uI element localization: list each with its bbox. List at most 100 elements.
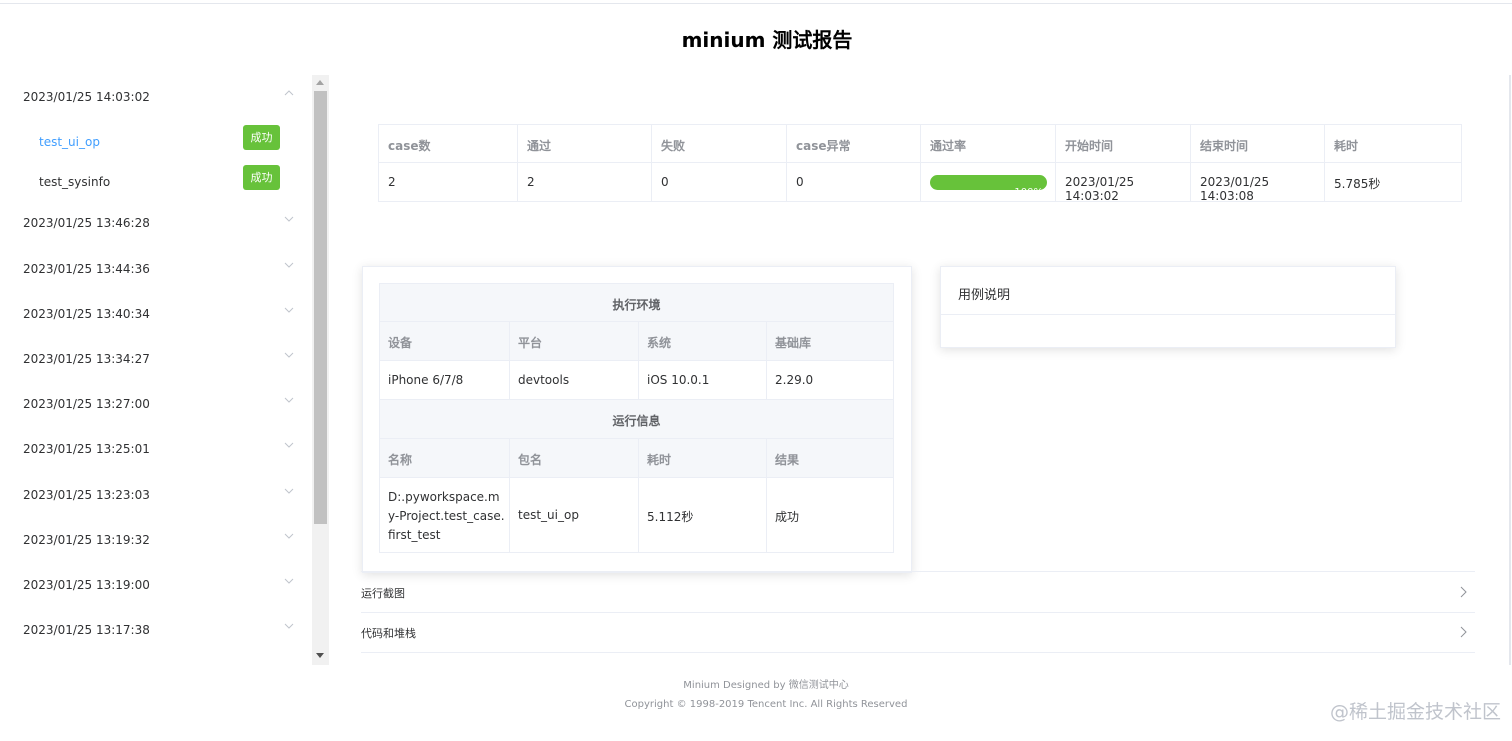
chevron-up-icon — [284, 88, 294, 98]
env-title: 执行环境 — [612, 298, 661, 312]
sidebar-group-6[interactable]: 2023/01/25 13:25:01 — [0, 427, 300, 471]
sidebar-group-date: 2023/01/25 13:44:36 — [23, 262, 150, 276]
chevron-right-icon — [1459, 626, 1467, 641]
case-desc-card: 用例说明 — [940, 266, 1396, 348]
sidebar-group-date: 2023/01/25 13:27:00 — [23, 397, 150, 411]
chevron-down-icon — [284, 621, 294, 631]
env-header-row: 设备 平台 系统 基础库 — [379, 322, 894, 361]
case-name: test_ui_op — [39, 135, 100, 149]
run-value: test_ui_op — [518, 508, 579, 522]
chevron-down-icon — [284, 214, 294, 224]
run-value-row: D:.pyworkspace.my-Project.test_case.firs… — [379, 478, 894, 553]
page-title: minium 测试报告 — [681, 28, 853, 52]
sidebar-group-7[interactable]: 2023/01/25 13:23:03 — [0, 473, 300, 517]
env-header: 设备 — [388, 336, 413, 350]
data-cell: 2023/01/25 14:03:02 — [1056, 163, 1191, 203]
sidebar-group-date: 2023/01/25 13:25:01 — [23, 442, 150, 456]
sidebar-group-date: 2023/01/25 13:17:38 — [23, 623, 150, 637]
sidebar-group-date: 2023/01/25 13:40:34 — [23, 307, 150, 321]
sidebar-group-9[interactable]: 2023/01/25 13:19:00 — [0, 563, 300, 607]
run-header: 名称 — [388, 453, 413, 467]
status-badge: 成功 — [243, 125, 280, 150]
page-scrollbar[interactable] — [1509, 75, 1511, 665]
sidebar: 2023/01/25 14:03:02 test_ui_op 成功 test_s… — [0, 75, 312, 665]
chevron-down-icon — [284, 486, 294, 496]
data-cell: 5.785秒 — [1334, 177, 1381, 191]
data-cell: 2023/01/25 14:03:08 — [1191, 163, 1325, 203]
summary-data-row: 2 2 0 0 100% 2023/01/25 14:03:02 2023/01… — [379, 163, 1461, 203]
env-value-row: iPhone 6/7/8 devtools iOS 10.0.1 2.29.0 — [379, 361, 894, 400]
summary-header-row: case数 通过 失败 case异常 通过率 开始时间 结束时间 耗时 — [379, 125, 1461, 163]
pass-rate-progress-bar: 100% — [930, 175, 1047, 198]
chevron-right-icon — [1459, 586, 1467, 601]
collapse-screenshots[interactable]: 运行截图 — [361, 571, 1475, 613]
run-title: 运行信息 — [612, 414, 661, 428]
run-value-name: D:.pyworkspace.my-Project.test_case.firs… — [388, 490, 505, 542]
scroll-down-arrow-icon[interactable] — [316, 653, 324, 658]
sidebar-group-8[interactable]: 2023/01/25 13:19:32 — [0, 518, 300, 562]
header-cell: 结束时间 — [1191, 125, 1325, 163]
sidebar-group-10[interactable]: 2023/01/25 13:17:38 — [0, 608, 300, 652]
status-badge: 成功 — [243, 165, 280, 190]
collapse-label: 运行截图 — [361, 587, 405, 600]
sidebar-group-date: 2023/01/25 14:03:02 — [23, 90, 150, 104]
header-cell: 开始时间 — [1056, 125, 1191, 163]
footer-copyright: Copyright © 1998-2019 Tencent Inc. All R… — [624, 699, 908, 710]
sidebar-group-0[interactable]: 2023/01/25 14:03:02 — [0, 75, 300, 119]
sidebar-group-date: 2023/01/25 13:34:27 — [23, 352, 150, 366]
chevron-down-icon — [284, 350, 294, 360]
data-cell: 0 — [652, 163, 787, 201]
chevron-down-icon — [284, 531, 294, 541]
chevron-down-icon — [284, 440, 294, 450]
sidebar-group-5[interactable]: 2023/01/25 13:27:00 — [0, 382, 300, 426]
progress-text: 100% — [1014, 187, 1043, 198]
sidebar-group-date: 2023/01/25 13:23:03 — [23, 488, 150, 502]
pass-rate-cell: 100% — [921, 163, 1056, 201]
chevron-down-icon — [284, 260, 294, 270]
chevron-down-icon — [284, 305, 294, 315]
header-cell: 失败 — [652, 125, 787, 163]
sidebar-scrollbar[interactable] — [312, 75, 329, 665]
case-item-test-ui-op[interactable]: test_ui_op 成功 — [0, 122, 300, 162]
chevron-down-icon — [284, 576, 294, 586]
env-card: 执行环境 设备 平台 系统 基础库 iPhone 6/7/8 devtools … — [362, 266, 912, 573]
run-value: 成功 — [775, 510, 800, 524]
header-cell: case数 — [379, 125, 518, 163]
data-cell: 2 — [379, 163, 518, 201]
case-desc-title: 用例说明 — [958, 288, 1011, 303]
header-cell: 通过 — [518, 125, 652, 163]
watermark: @稀土掘金技术社区 — [1330, 701, 1502, 723]
sidebar-group-1[interactable]: 2023/01/25 13:46:28 — [0, 201, 300, 245]
top-border — [0, 0, 1512, 4]
run-value: 5.112秒 — [647, 510, 694, 524]
sidebar-group-3[interactable]: 2023/01/25 13:40:34 — [0, 292, 300, 336]
env-value: 2.29.0 — [775, 373, 814, 387]
sidebar-group-2[interactable]: 2023/01/25 13:44:36 — [0, 247, 300, 291]
case-name: test_sysinfo — [39, 175, 111, 189]
case-item-test-sysinfo[interactable]: test_sysinfo 成功 — [0, 162, 300, 202]
env-value: iPhone 6/7/8 — [388, 373, 464, 387]
sidebar-group-date: 2023/01/25 13:46:28 — [23, 216, 150, 230]
run-header-row: 名称 包名 耗时 结果 — [379, 439, 894, 478]
collapse-code-stack[interactable]: 代码和堆栈 — [361, 612, 1475, 653]
run-header: 结果 — [775, 453, 800, 467]
env-header: 基础库 — [775, 336, 812, 350]
sidebar-group-4[interactable]: 2023/01/25 13:34:27 — [0, 337, 300, 381]
run-header: 耗时 — [647, 453, 672, 467]
header-cell: 耗时 — [1334, 139, 1359, 153]
scrollbar-thumb[interactable] — [314, 91, 327, 524]
chevron-down-icon — [284, 395, 294, 405]
env-title-row: 执行环境 — [379, 283, 894, 322]
run-title-row: 运行信息 — [379, 400, 894, 439]
header-cell: 通过率 — [921, 125, 1056, 163]
data-cell: 2 — [518, 163, 652, 201]
collapse-label: 代码和堆栈 — [361, 627, 416, 640]
divider — [941, 314, 1395, 315]
env-header: 系统 — [647, 336, 672, 350]
header-cell: case异常 — [787, 125, 921, 163]
footer-designed-by: Minium Designed by 微信测试中心 — [683, 680, 849, 691]
env-value: devtools — [518, 373, 570, 387]
data-cell: 0 — [787, 163, 921, 201]
env-header: 平台 — [518, 336, 543, 350]
scroll-up-arrow-icon[interactable] — [316, 80, 324, 85]
